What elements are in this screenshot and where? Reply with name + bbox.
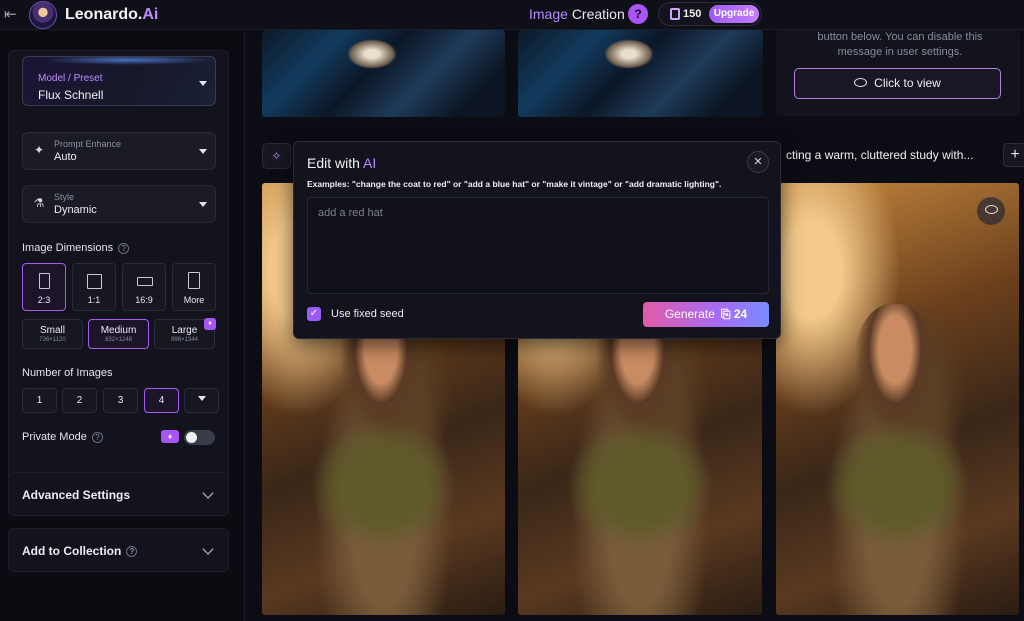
num-images-4-button[interactable]: 4 — [144, 388, 179, 413]
add-to-collection-label: Add to Collection? — [22, 544, 138, 558]
style-label: Style — [54, 192, 75, 202]
more-ratios-icon — [188, 272, 200, 289]
logo-avatar — [29, 1, 57, 29]
prompt-enhance-select[interactable]: ✦ Prompt Enhance Auto — [22, 132, 216, 170]
collapse-sidebar-icon[interactable]: ⇤ — [4, 5, 24, 23]
token-icon — [670, 8, 680, 20]
prompt-enhance-label: Prompt Enhance — [54, 139, 122, 149]
eye-icon — [984, 205, 998, 215]
model-preset-select[interactable]: Model / Preset Flux Schnell — [22, 56, 216, 106]
ratio-1-1-button[interactable]: 1:1 — [72, 263, 116, 311]
size-large-button[interactable]: Large 896×1344 ♦ — [154, 318, 216, 349]
toggle-visibility-button[interactable] — [977, 197, 1005, 225]
ratio-label: More — [183, 295, 205, 305]
generate-button[interactable]: Generate ⎘ 24 — [643, 302, 769, 327]
ratio-label: 2:3 — [37, 295, 51, 305]
size-dims: 832×1248 — [105, 337, 132, 343]
private-mode-toggle[interactable] — [184, 430, 215, 445]
landscape-ratio-icon — [137, 277, 153, 286]
token-balance: 150 Upgrade — [658, 2, 762, 26]
page-title: Image Creation — [529, 6, 625, 22]
chevron-down-icon — [202, 543, 214, 555]
model-preset-label: Model / Preset — [38, 73, 103, 84]
size-small-button[interactable]: Small 736×1120 — [22, 319, 83, 349]
num-images-3-button[interactable]: 3 — [103, 388, 138, 413]
ratio-label: 16:9 — [135, 295, 153, 305]
help-icon[interactable]: ? — [628, 4, 648, 24]
info-icon[interactable]: ? — [126, 546, 138, 558]
click-to-view-button[interactable]: Click to view — [794, 68, 1001, 99]
premium-gem-icon: ♦ — [204, 318, 216, 330]
flask-icon: ⚗ — [33, 196, 45, 210]
num-images-1-button[interactable]: 1 — [22, 388, 57, 413]
token-cost: ⎘ 24 — [720, 307, 748, 321]
generation-prompt-text[interactable]: cting a warm, cluttered study with... — [786, 148, 973, 162]
generated-image[interactable] — [776, 183, 1019, 615]
info-icon[interactable]: ? — [91, 431, 103, 443]
caret-down-icon — [199, 202, 207, 207]
ratio-more-button[interactable]: More — [172, 263, 216, 311]
num-images-more-button[interactable] — [184, 388, 219, 413]
add-button[interactable]: + — [1003, 143, 1024, 167]
num-images-2-button[interactable]: 2 — [62, 388, 97, 413]
square-ratio-icon — [87, 274, 102, 289]
top-bar: ⇤ Leonardo.Ai Image Creation ? 150 Upgra… — [0, 0, 1024, 30]
size-dims: 896×1344 — [171, 337, 198, 343]
edit-examples-text: Examples: "change the coat to red" or "a… — [307, 179, 722, 189]
advanced-settings-section[interactable]: Advanced Settings — [8, 472, 229, 516]
sparkle-icon: ✦ — [33, 143, 45, 157]
model-preset-value: Flux Schnell — [38, 88, 104, 102]
ratio-16-9-button[interactable]: 16:9 — [122, 263, 166, 311]
hidden-content-message: button below. You can disable this messag… — [817, 31, 983, 58]
modal-title: Edit with AI — [307, 155, 377, 171]
style-select[interactable]: ⚗ Style Dynamic — [22, 185, 216, 223]
caret-down-icon — [199, 81, 207, 86]
generated-image-thumbnail[interactable] — [262, 30, 505, 117]
upgrade-button[interactable]: Upgrade — [709, 5, 759, 23]
advanced-settings-label: Advanced Settings — [22, 488, 131, 502]
ratio-label: 1:1 — [87, 295, 101, 305]
app-title: Leonardo.Ai — [65, 6, 159, 23]
size-medium-button[interactable]: Medium 832×1248 — [88, 319, 149, 349]
caret-down-icon — [197, 396, 206, 401]
edit-with-ai-modal: Edit with AI ✕ Examples: "change the coa… — [293, 141, 781, 339]
portrait-ratio-icon — [39, 273, 50, 289]
edit-prompt-input[interactable] — [307, 197, 769, 294]
use-fixed-seed-label: Use fixed seed — [331, 308, 404, 320]
add-to-collection-section[interactable]: Add to Collection? — [8, 528, 229, 572]
prompt-enhance-value: Auto — [54, 151, 77, 163]
number-of-images-title: Number of Images — [22, 367, 113, 379]
style-value: Dynamic — [54, 204, 97, 216]
sidebar: Model / Preset Flux Schnell ✦ Prompt Enh… — [0, 30, 245, 621]
chevron-down-icon — [202, 487, 214, 499]
size-name: Small — [39, 325, 65, 336]
token-count: 150 — [683, 8, 702, 20]
toggle-knob — [186, 432, 197, 443]
premium-gem-icon: ♦ — [161, 430, 179, 443]
generated-image-thumbnail[interactable] — [518, 30, 763, 117]
caret-down-icon — [199, 149, 207, 154]
image-dimensions-title: Image Dimensions? — [22, 242, 130, 254]
private-mode-label: Private Mode? — [22, 431, 103, 443]
ratio-2-3-button[interactable]: 2:3 — [22, 263, 66, 311]
size-name: Medium — [100, 325, 137, 336]
close-button[interactable]: ✕ — [747, 151, 769, 173]
use-fixed-seed-checkbox[interactable]: ✓ — [307, 307, 321, 321]
magic-wand-icon[interactable]: ✧ — [262, 143, 291, 169]
size-dims: 736×1120 — [39, 337, 66, 343]
info-icon[interactable]: ? — [118, 242, 130, 254]
eye-icon — [854, 78, 868, 88]
